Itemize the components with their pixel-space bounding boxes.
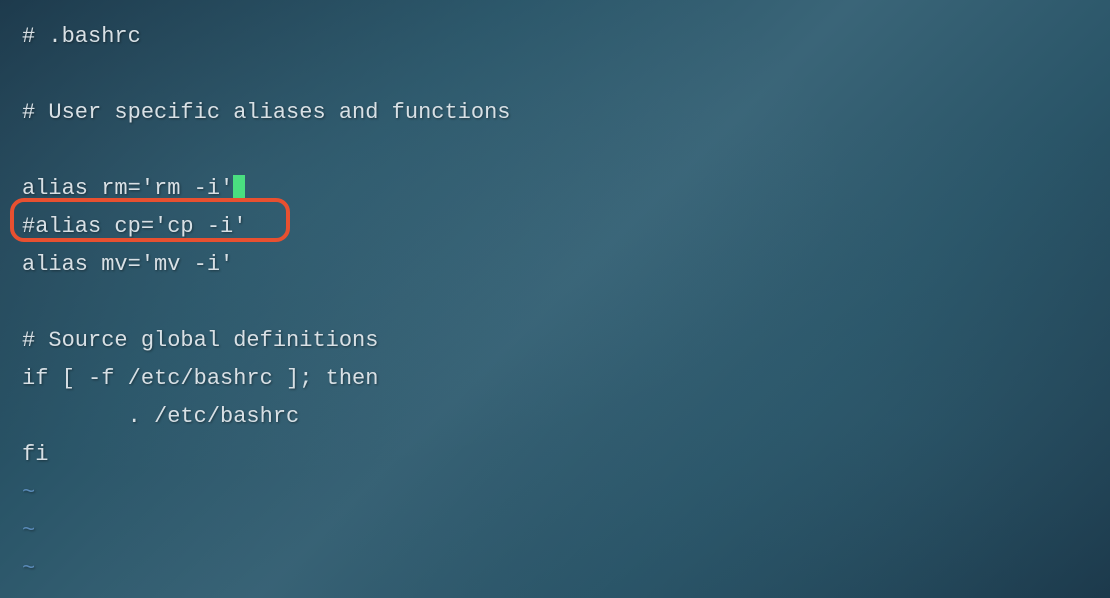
code-line[interactable]: alias mv='mv -i' <box>22 246 1088 284</box>
empty-line-tilde: ~ <box>22 550 1088 588</box>
code-line[interactable]: . /etc/bashrc <box>22 398 1088 436</box>
text-editor-viewport[interactable]: # .bashrc # User specific aliases and fu… <box>22 18 1088 588</box>
code-line[interactable]: #alias cp='cp -i' <box>22 208 1088 246</box>
code-line[interactable]: # Source global definitions <box>22 322 1088 360</box>
cursor-block <box>233 175 245 199</box>
empty-line-tilde: ~ <box>22 512 1088 550</box>
code-line[interactable]: alias rm='rm -i' <box>22 170 1088 208</box>
code-line[interactable]: # User specific aliases and functions <box>22 94 1088 132</box>
code-text: alias rm='rm -i' <box>22 176 233 201</box>
code-line[interactable]: # .bashrc <box>22 18 1088 56</box>
code-line[interactable] <box>22 132 1088 170</box>
code-line[interactable]: if [ -f /etc/bashrc ]; then <box>22 360 1088 398</box>
code-line[interactable]: fi <box>22 436 1088 474</box>
empty-line-tilde: ~ <box>22 474 1088 512</box>
code-line[interactable] <box>22 56 1088 94</box>
code-line[interactable] <box>22 284 1088 322</box>
